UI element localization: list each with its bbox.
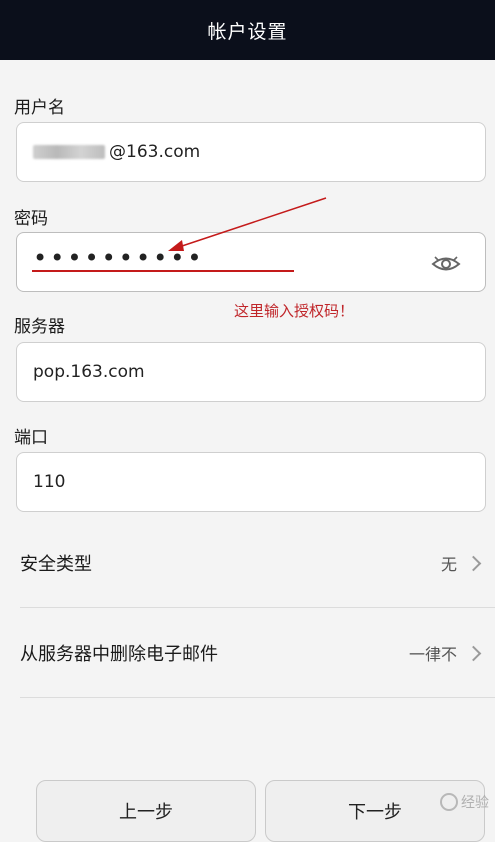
prev-button-label: 上一步 xyxy=(119,802,173,823)
password-field[interactable]: •••••••••• xyxy=(16,232,486,292)
security-type-label: 安全类型 xyxy=(20,554,92,575)
next-button-label: 下一步 xyxy=(348,802,402,823)
page-title: 帐户设置 xyxy=(207,20,288,43)
title-bar: 帐户设置 xyxy=(0,0,495,60)
chevron-right-icon xyxy=(465,555,482,571)
username-domain: @163.com xyxy=(109,142,201,162)
divider xyxy=(20,697,495,698)
chevron-right-icon xyxy=(465,645,482,661)
server-value: pop.163.com xyxy=(33,362,145,382)
watermark: 经验 xyxy=(440,792,489,812)
password-label: 密码 xyxy=(14,209,48,229)
username-field[interactable]: @163.com xyxy=(16,122,486,182)
watermark-text: 经验 xyxy=(461,795,489,811)
port-label: 端口 xyxy=(14,428,48,448)
annotation-text: 这里输入授权码！ xyxy=(234,302,355,320)
username-label: 用户名 xyxy=(14,98,65,118)
password-dots: •••••••••• xyxy=(33,244,205,272)
delete-from-server-row[interactable]: 从服务器中删除电子邮件 一律不 xyxy=(0,608,495,698)
redacted-username xyxy=(33,145,105,159)
delete-from-server-label: 从服务器中删除电子邮件 xyxy=(20,644,218,665)
port-field[interactable]: 110 xyxy=(16,452,486,512)
eye-icon[interactable] xyxy=(431,251,461,275)
port-value: 110 xyxy=(33,472,66,492)
security-type-value: 无 xyxy=(440,555,457,574)
security-type-row[interactable]: 安全类型 无 xyxy=(0,518,495,608)
server-label: 服务器 xyxy=(14,317,65,337)
server-field[interactable]: pop.163.com xyxy=(16,342,486,402)
delete-from-server-value: 一律不 xyxy=(408,645,457,664)
watermark-icon xyxy=(440,793,458,811)
annotation-underline xyxy=(32,270,294,272)
